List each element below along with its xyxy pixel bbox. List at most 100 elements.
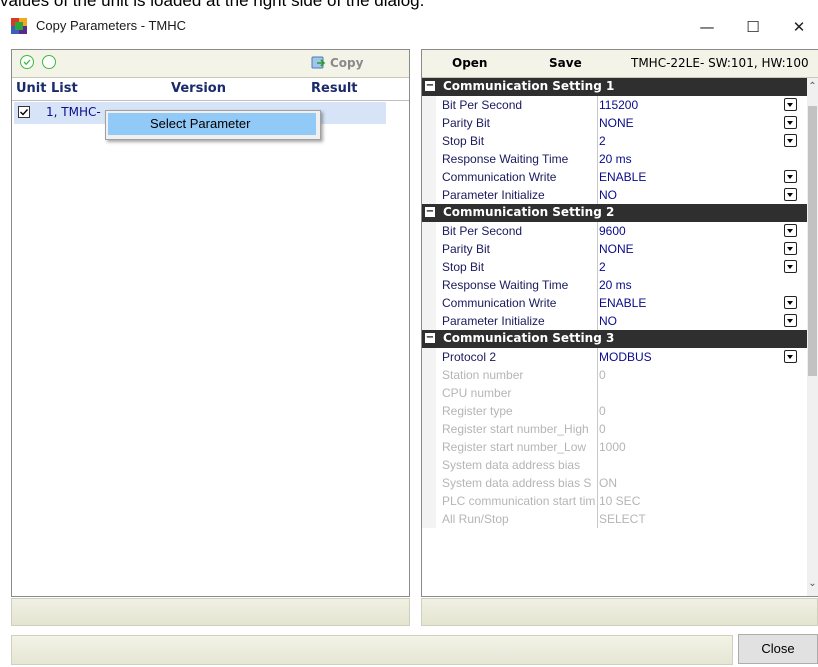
parameter-row[interactable]: Protocol 2 MODBUS	[422, 348, 807, 366]
parameter-value[interactable]: MODBUS	[599, 350, 799, 364]
parameter-row[interactable]: Communication Write ENABLE	[422, 168, 807, 186]
parameter-label: Register type	[442, 404, 513, 418]
column-divider	[597, 456, 598, 474]
maximize-button[interactable]: ☐	[730, 12, 776, 42]
app-icon	[11, 18, 27, 34]
parameter-row[interactable]: Parameter Initialize NO	[422, 312, 807, 330]
status-bar	[11, 635, 733, 665]
parameter-row[interactable]: Bit Per Second 115200	[422, 96, 807, 114]
collapse-icon[interactable]: −	[425, 207, 435, 217]
dropdown-arrow-icon[interactable]	[784, 260, 797, 273]
parameter-row[interactable]: Stop Bit 2	[422, 132, 807, 150]
parameter-label: CPU number	[442, 386, 512, 400]
column-divider	[597, 384, 598, 402]
column-divider	[597, 402, 598, 420]
dropdown-arrow-icon[interactable]	[784, 296, 797, 309]
row-gutter	[422, 312, 436, 330]
close-button[interactable]: Close	[738, 634, 818, 664]
check-all-icon[interactable]	[20, 55, 34, 69]
parameter-label: System data address bias S	[442, 476, 592, 490]
parameter-row[interactable]: Parity Bit NONE	[422, 114, 807, 132]
row-gutter	[422, 186, 436, 204]
dropdown-arrow-icon[interactable]	[784, 188, 797, 201]
parameter-row[interactable]: Stop Bit 2	[422, 258, 807, 276]
column-result[interactable]: Result	[311, 81, 358, 96]
collapse-icon[interactable]: −	[425, 333, 435, 343]
parameter-value[interactable]: 2	[599, 260, 799, 274]
column-version[interactable]: Version	[171, 81, 226, 96]
dropdown-arrow-icon[interactable]	[784, 224, 797, 237]
section-header[interactable]: − Communication Setting 1	[422, 78, 807, 96]
right-footer-bar	[421, 598, 818, 626]
parameter-label: Response Waiting Time	[442, 152, 569, 166]
scroll-thumb[interactable]	[808, 106, 817, 376]
right-toolbar: Open Save TMHC-22LE- SW:101, HW:100	[422, 50, 818, 78]
row-gutter	[422, 474, 436, 492]
unit-list-panel: Copy Unit List Version Result 1, TMHC- S…	[11, 49, 410, 597]
scroll-down-icon[interactable]: ⌄	[807, 578, 818, 589]
parameter-label: Stop Bit	[442, 134, 485, 148]
parameter-row[interactable]: Communication Write ENABLE	[422, 294, 807, 312]
column-divider	[597, 258, 598, 276]
dropdown-arrow-icon[interactable]	[784, 314, 797, 327]
unit-checkbox[interactable]	[18, 106, 30, 118]
uncheck-all-icon[interactable]	[42, 55, 56, 69]
dropdown-arrow-icon[interactable]	[784, 350, 797, 363]
parameter-value[interactable]: NO	[599, 188, 799, 202]
minimize-button[interactable]: —	[684, 12, 730, 42]
parameter-value[interactable]: ENABLE	[599, 296, 799, 310]
collapse-icon[interactable]: −	[425, 81, 435, 91]
parameter-value[interactable]: 115200	[599, 98, 799, 112]
parameter-value: SELECT	[599, 512, 646, 526]
parameter-row: PLC communication start tim 10 SEC	[422, 492, 807, 510]
left-toolbar: Copy	[12, 50, 409, 78]
parameter-value[interactable]: 20 ms	[599, 152, 799, 166]
parameter-value: 0	[599, 422, 606, 436]
parameter-value[interactable]: ENABLE	[599, 170, 799, 184]
parameter-value[interactable]: NONE	[599, 116, 799, 130]
section-header[interactable]: − Communication Setting 2	[422, 204, 807, 222]
parameter-value[interactable]: 20 ms	[599, 278, 799, 292]
row-gutter	[422, 348, 436, 366]
scroll-up-icon[interactable]: ⌃	[807, 81, 818, 92]
dropdown-arrow-icon[interactable]	[784, 170, 797, 183]
section-header[interactable]: − Communication Setting 3	[422, 330, 807, 348]
column-divider	[597, 186, 598, 204]
parameter-row[interactable]: Parameter Initialize NO	[422, 186, 807, 204]
column-divider	[597, 492, 598, 510]
parameter-value[interactable]: NO	[599, 314, 799, 328]
parameter-grid: − Communication Setting 1 Bit Per Second 11…	[422, 78, 807, 596]
column-unit-list[interactable]: Unit List	[16, 81, 78, 96]
row-gutter	[422, 294, 436, 312]
save-button[interactable]: Save	[549, 56, 582, 70]
parameter-row[interactable]: Bit Per Second 9600	[422, 222, 807, 240]
dropdown-arrow-icon[interactable]	[784, 98, 797, 111]
dropdown-arrow-icon[interactable]	[784, 242, 797, 255]
select-parameter-label: Select Parameter	[150, 116, 251, 131]
dropdown-arrow-icon[interactable]	[784, 134, 797, 147]
close-window-button[interactable]: ✕	[776, 12, 818, 42]
parameter-panel: Open Save TMHC-22LE- SW:101, HW:100 − Com…	[421, 49, 818, 597]
parameter-label: Parameter Initialize	[442, 314, 545, 328]
parameter-value[interactable]: 9600	[599, 224, 799, 238]
dropdown-arrow-icon[interactable]	[784, 116, 797, 129]
row-gutter	[422, 276, 436, 294]
parameter-row[interactable]: Response Waiting Time 20 ms	[422, 150, 807, 168]
row-gutter	[422, 150, 436, 168]
column-divider	[597, 510, 598, 528]
grid-scrollbar[interactable]: ⌃ ⌄	[807, 78, 818, 596]
row-gutter	[422, 366, 436, 384]
section-title: Communication Setting 2	[443, 205, 615, 219]
select-parameter-menu-item[interactable]: Select Parameter	[108, 113, 316, 135]
parameter-row[interactable]: Parity Bit NONE	[422, 240, 807, 258]
open-button[interactable]: Open	[452, 56, 487, 70]
column-divider	[597, 240, 598, 258]
column-divider	[597, 168, 598, 186]
row-gutter	[422, 492, 436, 510]
parameter-row[interactable]: Response Waiting Time 20 ms	[422, 276, 807, 294]
parameter-row: Register type 0	[422, 402, 807, 420]
parameter-row: System data address bias	[422, 456, 807, 474]
parameter-value[interactable]: 2	[599, 134, 799, 148]
parameter-value[interactable]: NONE	[599, 242, 799, 256]
row-gutter	[422, 438, 436, 456]
